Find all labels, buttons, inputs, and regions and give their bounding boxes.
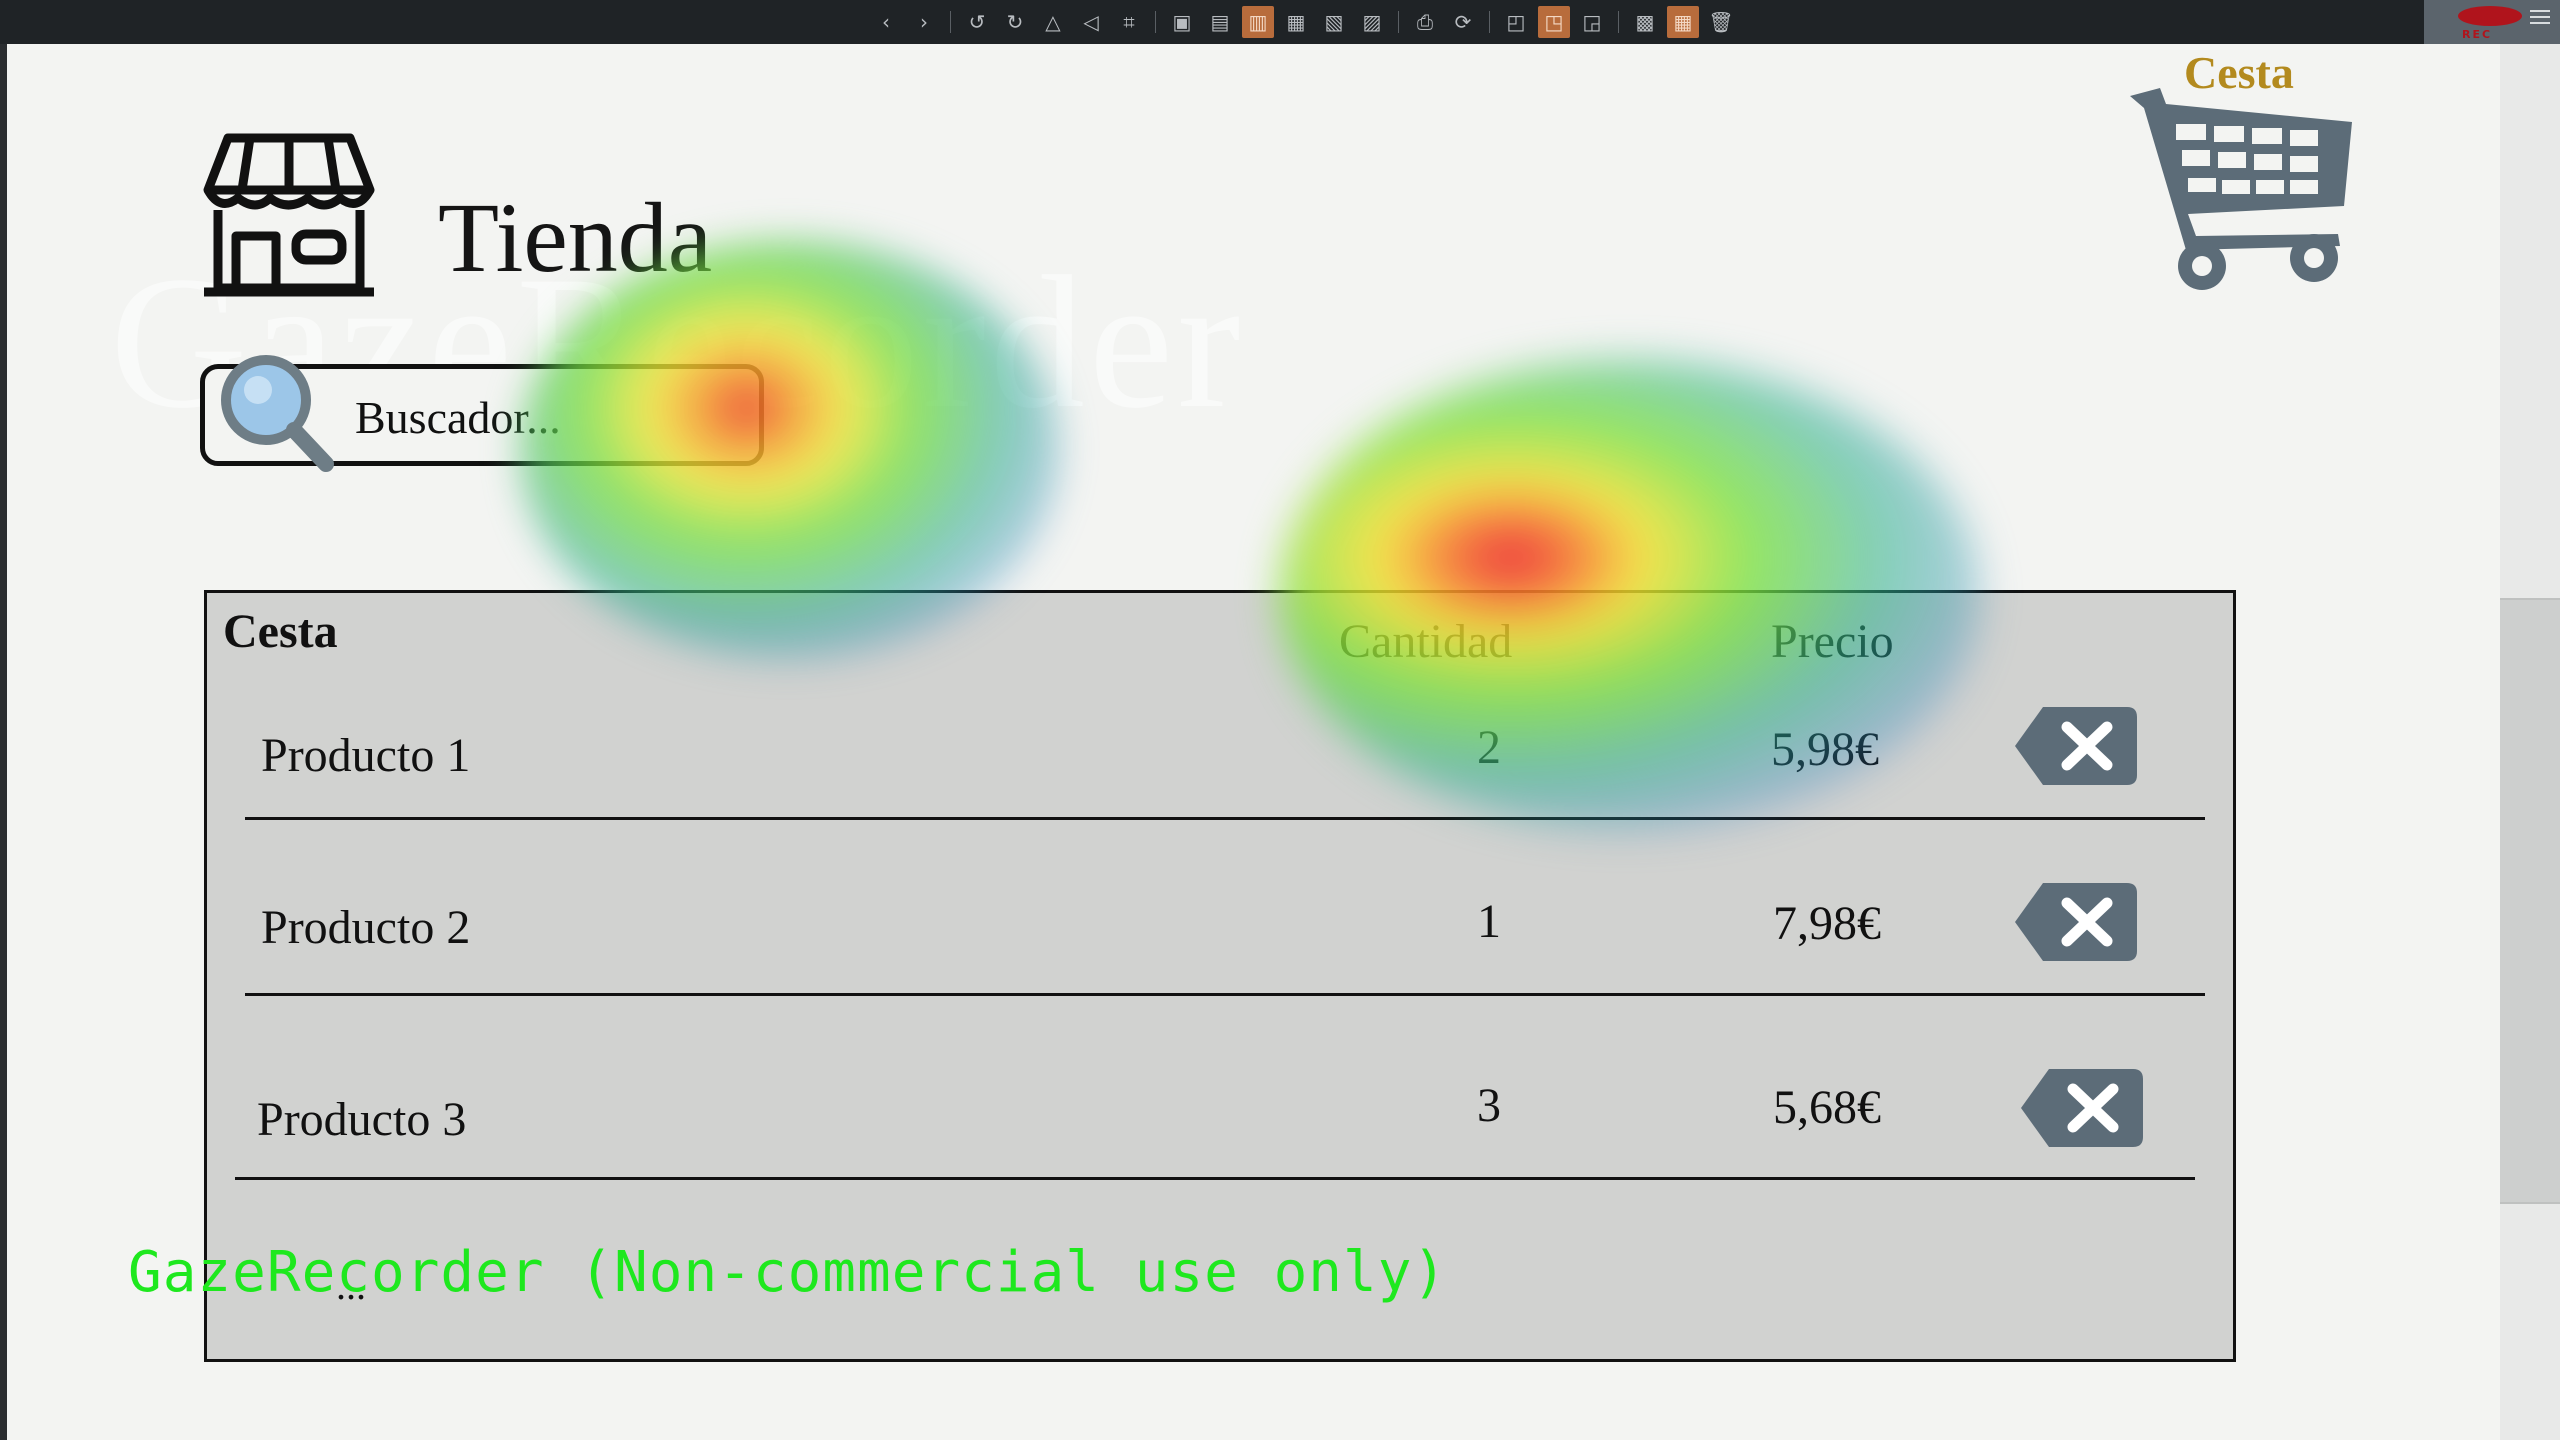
frame-icon[interactable]: ▣ [1166,6,1198,38]
price-header: Precio [1771,615,1894,668]
product-quantity: 3 [1477,1079,1501,1132]
record-indicator[interactable]: REC [2424,0,2560,44]
screen-icon[interactable]: ◲ [1576,6,1608,38]
scrollbar-thumb[interactable] [2500,598,2560,1204]
undo-icon[interactable]: ↺ [961,6,993,38]
tiles-active-icon[interactable]: ▦ [1667,6,1699,38]
layers-icon[interactable]: ▦ [1280,6,1312,38]
quantity-header: Cantidad [1339,615,1513,668]
crop-icon[interactable]: ⌗ [1113,6,1145,38]
page-title: Tienda [438,182,713,293]
product-name: Producto 3 [257,1093,467,1146]
viewer-toolbar: ‹ › ↺ ↻ △ ◁ ⌗ ▣ ▤ ▥ ▦ ▧ ▨ ⎙ ⟳ ◰ ◳ ◲ ▩ ▦ … [0,0,2560,44]
delete-icon[interactable] [2015,707,2137,785]
store-icon [203,133,375,297]
redo-icon[interactable]: ↻ [999,6,1031,38]
toolbar-separator [1489,11,1490,33]
search-icon [221,355,334,472]
window-left-border [0,44,7,1440]
toolbar-icons: ‹ › ↺ ↻ △ ◁ ⌗ ▣ ▤ ▥ ▦ ▧ ▨ ⎙ ⟳ ◰ ◳ ◲ ▩ ▦ … [870,6,1737,38]
image-active-icon[interactable]: ▥ [1242,6,1274,38]
product-price: 7,98€ [1773,897,1881,950]
trash-icon[interactable]: 🗑 [1705,6,1737,38]
search-input[interactable] [355,387,735,447]
record-dot-icon [2458,6,2522,26]
flip-icon[interactable]: △ [1037,6,1069,38]
grid-icon[interactable]: ▨ [1356,6,1388,38]
back-icon[interactable]: ‹ [870,6,902,38]
toolbar-separator [1618,11,1619,33]
resize-active-icon[interactable]: ◳ [1538,6,1570,38]
product-quantity: 1 [1477,895,1501,948]
toolbar-separator [950,11,951,33]
product-name: Producto 2 [261,901,471,954]
delete-icon[interactable] [2015,883,2137,961]
row-divider [245,993,2205,996]
delete-icon[interactable] [2021,1069,2143,1147]
product-price: 5,98€ [1771,723,1879,776]
lock-icon[interactable]: ▤ [1204,6,1236,38]
basket-title: Cesta [223,605,338,658]
layers2-icon[interactable]: ▧ [1318,6,1350,38]
hamburger-menu-icon[interactable] [2530,10,2550,24]
row-divider [245,817,2205,820]
rotate-icon[interactable]: ◁ [1075,6,1107,38]
gazerecorder-notice: GazeRecorder (Non-commercial use only) [128,1240,1448,1305]
product-quantity: 2 [1477,721,1501,774]
forward-icon[interactable]: › [908,6,940,38]
toolbar-separator [1155,11,1156,33]
product-price: 5,68€ [1773,1081,1881,1134]
resize-icon[interactable]: ◰ [1500,6,1532,38]
product-name: Producto 1 [261,729,471,782]
row-divider [235,1177,2195,1180]
cart-icon[interactable] [2130,86,2352,296]
picture-icon[interactable]: ▩ [1629,6,1661,38]
toolbar-separator [1398,11,1399,33]
record-label: REC [2462,28,2493,41]
refresh-icon[interactable]: ⟳ [1447,6,1479,38]
print-icon[interactable]: ⎙ [1409,6,1441,38]
